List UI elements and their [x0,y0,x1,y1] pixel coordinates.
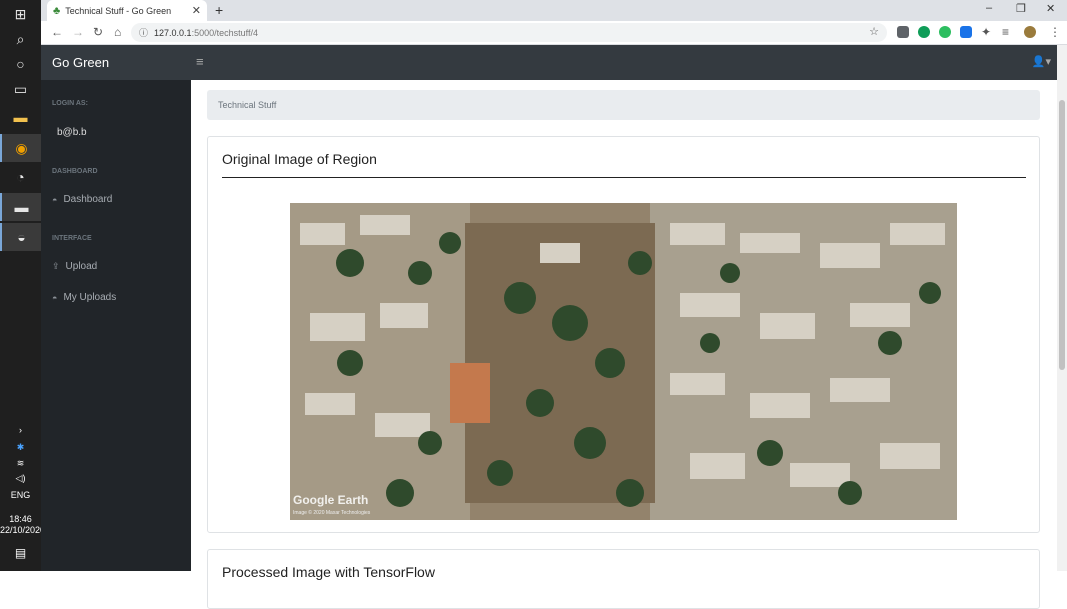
main-content: Technical Stuff Original Image of Region [191,80,1067,609]
terminal-icon[interactable]: ▬ [0,193,41,221]
divider [222,177,1026,178]
sidebar-item-label: My Uploads [63,292,117,303]
scrollbar-thumb[interactable] [1059,100,1065,370]
tab-title: Technical Stuff - Go Green [65,5,172,16]
notifications-icon[interactable]: ▤ [0,546,41,560]
upload-icon: ⇪ [52,261,60,271]
tab-close-icon[interactable]: ✕ [192,4,201,17]
card-title: Original Image of Region [222,151,377,167]
processed-image-card: Processed Image with TensorFlow [207,549,1040,609]
url-input[interactable]: ⓘ 127.0.0.1:5000/techstuff/4 ☆ [131,23,887,42]
file-explorer-icon[interactable]: ▬ [0,103,41,131]
satellite-image: Google Earth Image © 2020 Maxar Technolo… [290,203,957,520]
original-image-card: Original Image of Region Google Earth Im… [207,136,1040,533]
browser-tab[interactable]: ♣ Technical Stuff - Go Green ✕ [47,0,207,21]
new-tab-icon[interactable]: + [215,2,223,18]
tray-chevron-icon[interactable]: › [0,425,41,435]
windows-taskbar: ⊞ ⌕ ○ ▭ ▬ ◉ ◔ ▬ ◒ › ✱ ≋ ◁) ENG 18:46 22/… [0,0,45,571]
browser-window: ♣ Technical Stuff - Go Green ✕ + – ❐ ✕ ←… [41,0,1067,609]
task-view-icon[interactable]: ▭ [0,75,41,103]
top-navbar: Go Green ≡ 👤▾ [41,45,1067,80]
web-app: Go Green ≡ 👤▾ LOGIN AS: b@b.b DASHBOARD … [41,45,1067,609]
reload-icon[interactable]: ↻ [93,25,103,39]
sidebar-item-my-uploads[interactable]: ◓ My Uploads [52,292,116,303]
dashboard-gauge-icon: ◓ [52,194,58,205]
satellite-image-drawing [290,203,957,520]
profile-avatar[interactable] [1024,26,1036,38]
page-scrollbar[interactable] [1057,45,1067,571]
home-icon[interactable]: ⌂ [114,25,121,39]
forward-icon[interactable]: → [72,25,84,39]
bookmark-star-icon[interactable]: ☆ [869,25,879,38]
tree-favicon-icon: ♣ [53,4,61,17]
image-watermark: Google Earth [293,493,369,507]
app-icon[interactable]: ◔ [0,163,41,191]
breadcrumb-item: Technical Stuff [218,100,277,110]
my-uploads-icon: ◓ [52,292,58,303]
site-info-icon[interactable]: ⓘ [139,26,148,39]
minimize-icon[interactable]: – [986,2,992,14]
window-close-icon[interactable]: ✕ [1046,2,1055,15]
url-path: :5000/techstuff/4 [191,27,258,38]
chrome-menu-icon[interactable]: ⋮ [1049,25,1061,39]
volume-icon[interactable]: ◁) [0,473,41,484]
bluetooth-icon[interactable]: ✱ [0,442,41,453]
brand-logo[interactable]: Go Green [52,55,109,70]
image-attribution: Image © 2020 Maxar Technologies [293,510,371,516]
reading-list-icon[interactable]: ≡ [1002,25,1009,39]
url-host: 127.0.0.1 [154,27,192,38]
grammarly-icon[interactable] [918,26,930,38]
cortana-icon[interactable]: ○ [0,50,41,78]
restore-icon[interactable]: ❐ [1016,2,1026,15]
network-app-icon[interactable]: ◒ [0,223,41,251]
interface-heading: INTERFACE [52,235,92,242]
breadcrumb: Technical Stuff [207,90,1040,120]
windows-start-icon[interactable]: ⊞ [0,0,41,28]
card-title: Processed Image with TensorFlow [222,564,435,580]
evernote-icon[interactable] [939,26,951,38]
address-bar: ← → ↻ ⌂ ⓘ 127.0.0.1:5000/techstuff/4 ☆ ✦… [41,21,1067,45]
chrome-icon[interactable]: ◉ [0,134,41,162]
dashboard-heading: DASHBOARD [52,168,98,175]
language-indicator[interactable]: ENG [0,490,41,500]
extension-icon-4[interactable] [960,26,972,38]
tab-strip: ♣ Technical Stuff - Go Green ✕ + – ❐ ✕ [41,0,1067,21]
extensions-puzzle-icon[interactable]: ✦ [981,25,991,39]
login-heading: LOGIN AS: [52,100,88,107]
clock-time[interactable]: 18:46 [0,514,41,524]
sidebar-item-dashboard[interactable]: ◓ Dashboard [52,194,112,205]
extension-icon-1[interactable] [897,26,909,38]
sidebar-item-label: Dashboard [63,194,113,205]
logged-in-user: b@b.b [57,127,87,138]
wifi-icon[interactable]: ≋ [0,458,41,469]
sidebar-item-upload[interactable]: ⇪ Upload [52,261,97,272]
sidebar-toggle-icon[interactable]: ≡ [196,54,204,69]
sidebar: LOGIN AS: b@b.b DASHBOARD ◓ Dashboard IN… [41,80,191,571]
search-icon[interactable]: ⌕ [0,25,41,53]
user-menu-icon[interactable]: 👤▾ [1032,55,1051,68]
sidebar-item-label: Upload [65,261,98,272]
clock-date[interactable]: 22/10/2020 [0,525,45,535]
back-icon[interactable]: ← [51,25,63,39]
